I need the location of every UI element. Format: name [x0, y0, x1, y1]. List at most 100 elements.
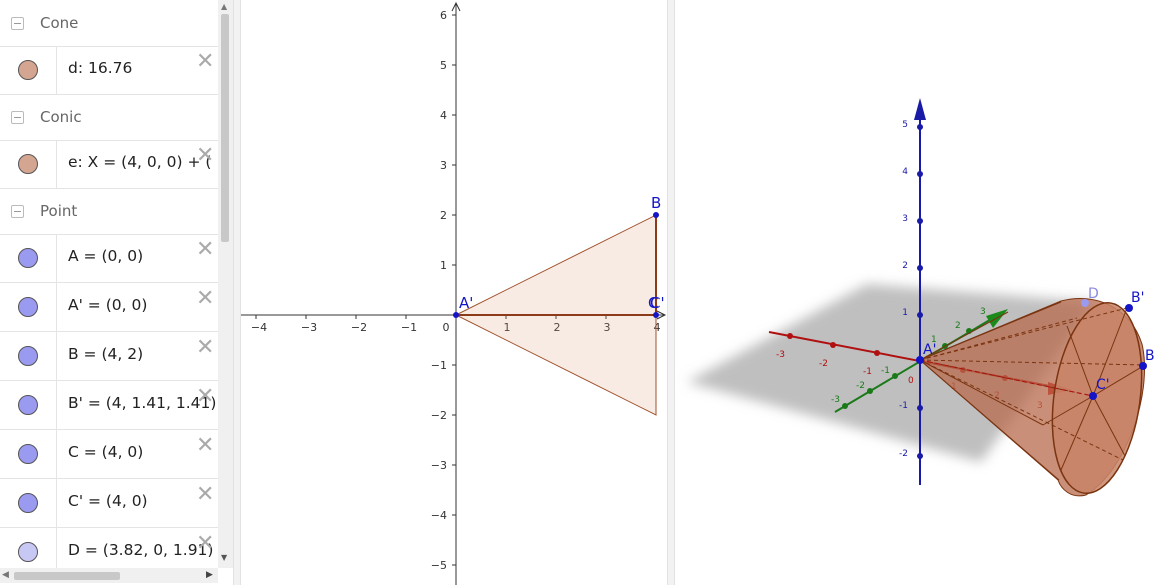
y-tick-label: -2: [856, 381, 865, 391]
visibility-toggle-icon[interactable]: [18, 395, 38, 415]
delete-icon[interactable]: ✕: [196, 484, 214, 506]
algebra-expression[interactable]: d: 16.76: [68, 59, 132, 77]
y-tick-label: −2: [431, 409, 447, 422]
graphics-view-3d[interactable]: 5 4 3 2 1 -1 -2 -3 -2 -1 1 2 3 -3 -2 -1 …: [675, 0, 1167, 585]
x-tick-label: 0: [443, 321, 450, 334]
point-C[interactable]: [653, 312, 659, 318]
z-tick-label: 3: [902, 214, 908, 224]
point-C-prime[interactable]: [1089, 392, 1097, 400]
y-tick-label: −3: [431, 459, 447, 472]
scroll-left-icon[interactable]: ◀: [2, 570, 9, 580]
scroll-thumb[interactable]: [14, 572, 120, 580]
category-cone[interactable]: Cone: [0, 0, 218, 47]
delete-icon[interactable]: ✕: [196, 288, 214, 310]
z-tick-label: 5: [902, 120, 908, 130]
delete-icon[interactable]: ✕: [196, 145, 214, 167]
y-tick-label: 3: [980, 307, 986, 317]
x-tick-label: −1: [401, 321, 417, 334]
z-tick-label: -2: [899, 449, 908, 459]
category-label: Point: [40, 202, 78, 220]
z-tick-label: 1: [902, 308, 908, 318]
delete-icon[interactable]: ✕: [196, 239, 214, 261]
category-conic[interactable]: Conic: [0, 94, 218, 141]
point-label-B-prime: B': [1131, 290, 1144, 306]
x-tick-label: −2: [351, 321, 367, 334]
algebra-expression[interactable]: C' = (4, 0): [68, 492, 148, 510]
panel-splitter[interactable]: [233, 0, 241, 585]
visibility-toggle-icon[interactable]: [18, 60, 38, 80]
y-tick-label: −4: [431, 509, 447, 522]
panel-splitter[interactable]: [667, 0, 675, 585]
algebra-expression[interactable]: A = (0, 0): [68, 247, 143, 265]
scroll-down-icon[interactable]: ▼: [221, 553, 227, 562]
collapse-icon[interactable]: [11, 204, 24, 218]
visibility-toggle-icon[interactable]: [18, 248, 38, 268]
scroll-thumb[interactable]: [221, 14, 229, 242]
point-label-D: D: [1088, 286, 1099, 302]
delete-icon[interactable]: ✕: [196, 533, 214, 555]
algebra-view: Cone d: 16.76 ✕ Conic e: X = (4, 0, 0) +…: [0, 0, 234, 585]
horizontal-scrollbar[interactable]: ◀ ▶: [0, 568, 218, 583]
point-A[interactable]: [453, 312, 459, 318]
algebra-expression[interactable]: C = (4, 0): [68, 443, 143, 461]
algebra-expression[interactable]: A' = (0, 0): [68, 296, 147, 314]
graphics-view-2d[interactable]: −4 −3 −2 −1 0 1 2 3 4 6 5 4 3 2 1 −1 −2 …: [241, 0, 667, 585]
visibility-toggle-icon[interactable]: [18, 346, 38, 366]
scroll-right-icon[interactable]: ▶: [206, 570, 213, 580]
point-B[interactable]: [653, 212, 659, 218]
algebra-item-d[interactable]: d: 16.76 ✕: [0, 46, 218, 95]
x-tick-label: -3: [776, 350, 785, 360]
algebra-item-A[interactable]: A = (0, 0) ✕: [0, 234, 218, 283]
x-tick-label: -2: [819, 359, 828, 369]
collapse-icon[interactable]: [11, 16, 24, 30]
point-label-C-prime: C': [1096, 377, 1110, 393]
algebra-expression[interactable]: e: X = (4, 0, 0) + (: [68, 153, 211, 171]
algebra-item-B[interactable]: B = (4, 2) ✕: [0, 332, 218, 381]
y-tick-label: 4: [440, 109, 447, 122]
delete-icon[interactable]: ✕: [196, 337, 214, 359]
scroll-up-icon[interactable]: ▲: [221, 2, 227, 11]
z-tick-label: 2: [902, 261, 908, 271]
y-tick-label: 6: [440, 9, 447, 22]
z-tick-label: 4: [902, 167, 908, 177]
visibility-toggle-icon[interactable]: [18, 542, 38, 562]
algebra-expression[interactable]: B = (4, 2): [68, 345, 143, 363]
point-label-C-prime: C': [650, 294, 665, 312]
vertical-scrollbar[interactable]: ▲ ▼: [218, 0, 233, 568]
y-tick-label: 1: [440, 259, 447, 272]
y-tick-label: -3: [831, 395, 840, 405]
algebra-item-C[interactable]: C = (4, 0) ✕: [0, 430, 218, 479]
visibility-toggle-icon[interactable]: [18, 493, 38, 513]
category-label: Conic: [40, 108, 82, 126]
algebra-expression[interactable]: D = (3.82, 0, 1.91): [68, 541, 213, 559]
category-label: Cone: [40, 14, 79, 32]
visibility-toggle-icon[interactable]: [18, 154, 38, 174]
x-tick-label: −3: [301, 321, 317, 334]
algebra-item-C-prime[interactable]: C' = (4, 0) ✕: [0, 479, 218, 528]
y-tick-label: -1: [881, 366, 890, 376]
algebra-item-B-prime[interactable]: B' = (4, 1.41, 1.41) ✕: [0, 381, 218, 430]
y-tick-label: 2: [955, 321, 961, 331]
collapse-icon[interactable]: [11, 110, 24, 124]
delete-icon[interactable]: ✕: [196, 386, 214, 408]
delete-icon[interactable]: ✕: [196, 51, 214, 73]
z-tick-label: -1: [899, 401, 908, 411]
y-tick-label: −5: [431, 559, 447, 572]
y-tick-label: −1: [431, 359, 447, 372]
visibility-toggle-icon[interactable]: [18, 297, 38, 317]
point-label-A-prime: A': [923, 342, 936, 358]
algebra-item-e[interactable]: e: X = (4, 0, 0) + ( ✕: [0, 140, 218, 189]
x-tick-label: -1: [863, 367, 872, 377]
y-tick-label: 3: [440, 159, 447, 172]
x-tick-label: −4: [251, 321, 267, 334]
visibility-toggle-icon[interactable]: [18, 444, 38, 464]
point-label-B: B: [1145, 348, 1155, 364]
origin-label: 0: [908, 376, 914, 386]
y-tick-label: 2: [440, 209, 447, 222]
algebra-item-A-prime[interactable]: A' = (0, 0) ✕: [0, 283, 218, 332]
delete-icon[interactable]: ✕: [196, 435, 214, 457]
algebra-expression[interactable]: B' = (4, 1.41, 1.41): [68, 394, 216, 412]
y-tick-label: 5: [440, 59, 447, 72]
category-point[interactable]: Point: [0, 188, 218, 235]
point-label-B: B: [651, 194, 661, 212]
